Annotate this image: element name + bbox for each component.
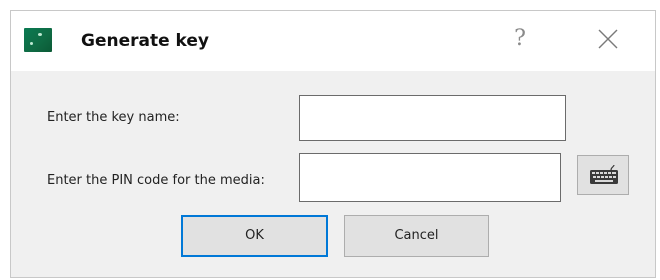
window-title: Generate key <box>81 31 210 51</box>
question-icon: ? <box>514 26 526 51</box>
app-logo-icon <box>24 28 52 52</box>
virtual-keyboard-button[interactable] <box>577 155 629 195</box>
pin-code-input[interactable] <box>299 153 561 202</box>
generate-key-dialog: Generate key ? Enter the key name: Enter… <box>10 10 656 278</box>
virtual-keyboard-icon <box>590 164 618 184</box>
pin-code-label: Enter the PIN code for the media: <box>47 173 265 188</box>
cancel-button[interactable]: Cancel <box>344 215 489 257</box>
key-name-input[interactable] <box>299 95 566 141</box>
close-icon <box>598 29 618 49</box>
key-name-label: Enter the key name: <box>47 110 180 125</box>
ok-button[interactable]: OK <box>181 215 328 257</box>
title-bar: Generate key ? <box>11 11 655 71</box>
close-button[interactable] <box>596 27 620 51</box>
help-button[interactable]: ? <box>509 25 531 53</box>
